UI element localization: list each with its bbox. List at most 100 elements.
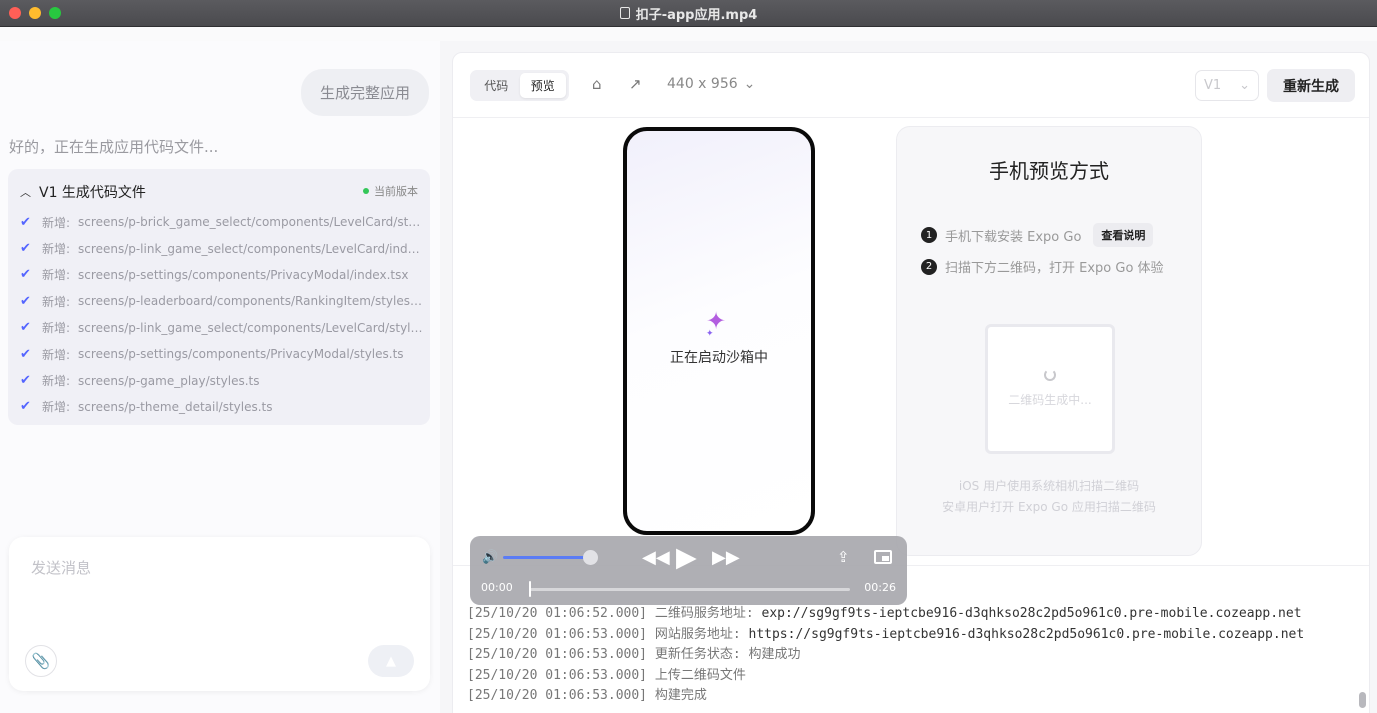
log-message: 网站服务地址: <box>654 626 741 642</box>
preview-panel: 代码 预览 ⌂ ↗ 440 x 956 ⌄ V1 ⌄ 重新生成 ✦ ✦ 正在启动… <box>452 52 1370 713</box>
paperclip-icon: 📎 <box>31 652 51 670</box>
window-title-text: 扣子-app应用.mp4 <box>635 7 758 23</box>
mobile-preview-card: 手机预览方式 1 手机下载安装 Expo Go 查看说明 2 扫描下方二维码，打… <box>896 126 1202 556</box>
volume-knob[interactable] <box>583 550 598 565</box>
send-button[interactable]: ▲ <box>368 645 414 677</box>
view-instructions-button[interactable]: 查看说明 <box>1093 223 1154 247</box>
step-download: 1 手机下载安装 Expo Go 查看说明 <box>921 223 1154 247</box>
regenerate-button[interactable]: 重新生成 <box>1267 69 1355 102</box>
file-icon <box>619 7 630 19</box>
generated-files-card: ︿ V1 生成代码文件 当前版本 ✔ 新增: screens/p-brick_gam… <box>8 169 430 425</box>
tab-preview[interactable]: 预览 <box>519 73 566 98</box>
files-card-title: V1 生成代码文件 <box>39 185 146 201</box>
fast-forward-icon[interactable]: ▶▶ <box>712 547 740 568</box>
external-link-icon[interactable]: ↗ <box>629 75 642 93</box>
log-timestamp: [25/10/20 01:06:53.000] <box>467 667 648 683</box>
home-icon[interactable]: ⌂ <box>592 75 602 93</box>
log-line: [25/10/20 01:06:52.000] 二维码服务地址: exp://s… <box>467 602 1304 623</box>
volume-icon[interactable]: 🔊 <box>482 550 498 565</box>
step-number: 1 <box>921 227 937 243</box>
log-line: [25/10/20 01:06:53.000] 更新任务状态: 构建成功 <box>467 643 1304 664</box>
file-path: screens/p-link_game_select/components/Le… <box>78 320 424 335</box>
list-item: ✔ 新增: screens/p-settings/components/Privac… <box>20 262 424 288</box>
version-value: V1 <box>1204 78 1222 93</box>
qr-code-placeholder: 二维码生成中... <box>985 324 1115 454</box>
qr-status: 二维码生成中... <box>1008 393 1092 407</box>
file-prefix: 新增: <box>42 215 71 230</box>
file-prefix: 新增: <box>42 321 71 336</box>
log-timestamp: [25/10/20 01:06:53.000] <box>467 647 648 662</box>
minimize-window-button[interactable] <box>29 7 41 19</box>
playback-scrubber[interactable] <box>529 581 531 597</box>
rewind-icon[interactable]: ◀◀ <box>642 547 670 568</box>
checkmark-icon: ✔ <box>20 346 31 362</box>
list-item: ✔ 新增: screens/p-theme_detail/styles.ts <box>20 394 424 420</box>
list-item: ✔ 新增: screens/p-game_play/styles.ts <box>20 367 424 393</box>
android-note: 安卓用户打开 Expo Go 应用扫描二维码 <box>942 500 1156 514</box>
file-path: screens/p-settings/components/PrivacyMod… <box>78 347 404 362</box>
log-timestamp: [25/10/20 01:06:53.000] <box>467 626 648 642</box>
message-composer[interactable]: 发送消息 📎 ▲ <box>9 537 430 691</box>
step-scan: 2 扫描下方二维码，打开 Expo Go 体验 <box>921 257 1164 276</box>
playback-progress-bar[interactable] <box>530 588 850 591</box>
file-path: screens/p-game_play/styles.ts <box>78 373 260 388</box>
step-text: 扫描下方二维码，打开 Expo Go 体验 <box>945 261 1164 276</box>
current-time: 00:00 <box>481 581 513 594</box>
version-select[interactable]: V1 ⌄ <box>1195 70 1259 101</box>
device-size-select[interactable]: 440 x 956 ⌄ <box>667 76 755 92</box>
log-message: 二维码服务地址: <box>654 606 754 621</box>
chevron-down-icon: ⌄ <box>1239 78 1250 93</box>
chevron-down-icon: ⌄ <box>743 76 756 92</box>
tab-code[interactable]: 代码 <box>473 73 520 98</box>
file-list: ✔ 新增: screens/p-brick_game_select/componen… <box>20 209 424 420</box>
log-line: [25/10/20 01:06:53.000] 构建完成 <box>467 684 1304 705</box>
file-path: screens/p-theme_detail/styles.ts <box>78 399 273 414</box>
log-message: 上传二维码文件 <box>654 667 746 683</box>
window-title-bar: 扣子-app应用.mp4 <box>0 0 1377 27</box>
log-timestamp: [25/10/20 01:06:53.000] <box>467 688 648 703</box>
files-card-header[interactable]: ︿ V1 生成代码文件 <box>20 182 146 202</box>
step-text: 手机下载安装 Expo Go <box>945 229 1082 245</box>
list-item: ✔ 新增: screens/p-leaderboard/components/Ran… <box>20 288 424 314</box>
view-mode-toggle: 代码 预览 <box>470 70 569 101</box>
share-icon[interactable]: ⇪ <box>837 548 850 566</box>
duration: 00:26 <box>864 581 896 594</box>
log-value: exp://sg9gf9ts-ieptcbe916-d3qhkso28c2pd5… <box>761 606 1302 621</box>
preview-toolbar: 代码 预览 ⌂ ↗ 440 x 956 ⌄ V1 ⌄ 重新生成 <box>453 53 1369 118</box>
log-lines: [25/10/20 01:06:52.000] 二维码服务地址: exp://s… <box>467 602 1304 705</box>
loading-spinner-icon <box>1044 369 1056 381</box>
play-icon[interactable]: ▶ <box>676 542 697 573</box>
picture-in-picture-icon[interactable] <box>874 550 892 564</box>
small-sparkle-icon: ✦ <box>706 329 714 339</box>
log-timestamp: [25/10/20 01:06:52.000] <box>467 606 648 621</box>
message-input[interactable]: 发送消息 <box>31 557 91 578</box>
close-window-button[interactable] <box>9 7 21 19</box>
phone-preview-frame: ✦ ✦ 正在启动沙箱中 <box>623 127 815 535</box>
log-scrollbar[interactable] <box>1359 692 1366 708</box>
log-message: 更新任务状态: 构建成功 <box>654 647 801 662</box>
sandbox-status: 正在启动沙箱中 <box>670 350 768 366</box>
file-prefix: 新增: <box>42 374 71 389</box>
ios-note: iOS 用户使用系统相机扫描二维码 <box>958 479 1140 493</box>
volume-slider[interactable] <box>503 556 591 559</box>
file-path: screens/p-leaderboard/components/Ranking… <box>78 294 424 309</box>
file-prefix: 新增: <box>42 242 71 257</box>
checkmark-icon: ✔ <box>20 399 31 415</box>
log-line: [25/10/20 01:06:53.000] 网站服务地址: https://… <box>467 623 1304 644</box>
current-version-badge: 当前版本 <box>363 183 418 199</box>
window-title: 扣子-app应用.mp4 <box>619 4 758 23</box>
attach-button[interactable]: 📎 <box>25 645 57 677</box>
assistant-reply: 好的，正在生成应用代码文件... <box>9 138 219 156</box>
status-dot-icon <box>363 188 369 194</box>
file-prefix: 新增: <box>42 347 71 362</box>
checkmark-icon: ✔ <box>20 267 31 283</box>
file-prefix: 新增: <box>42 268 71 283</box>
chevron-up-icon[interactable]: ︿ <box>20 184 31 200</box>
zoom-window-button[interactable] <box>49 7 61 19</box>
current-version-label: 当前版本 <box>374 185 418 198</box>
device-size-value: 440 x 956 <box>667 76 738 92</box>
arrow-up-icon: ▲ <box>386 653 396 669</box>
file-path: screens/p-brick_game_select/components/L… <box>78 215 424 230</box>
file-path: screens/p-settings/components/PrivacyMod… <box>78 267 409 282</box>
list-item: ✔ 新增: screens/p-link_game_select/component… <box>20 235 424 261</box>
